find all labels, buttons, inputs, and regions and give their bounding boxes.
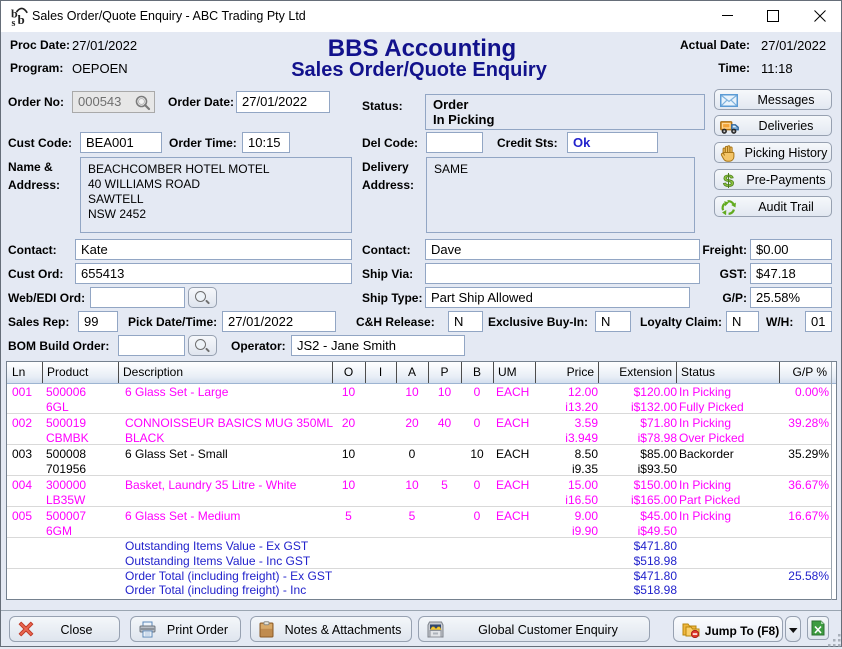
svg-text:b: b [18,12,25,27]
svg-text:s: s [12,18,16,28]
